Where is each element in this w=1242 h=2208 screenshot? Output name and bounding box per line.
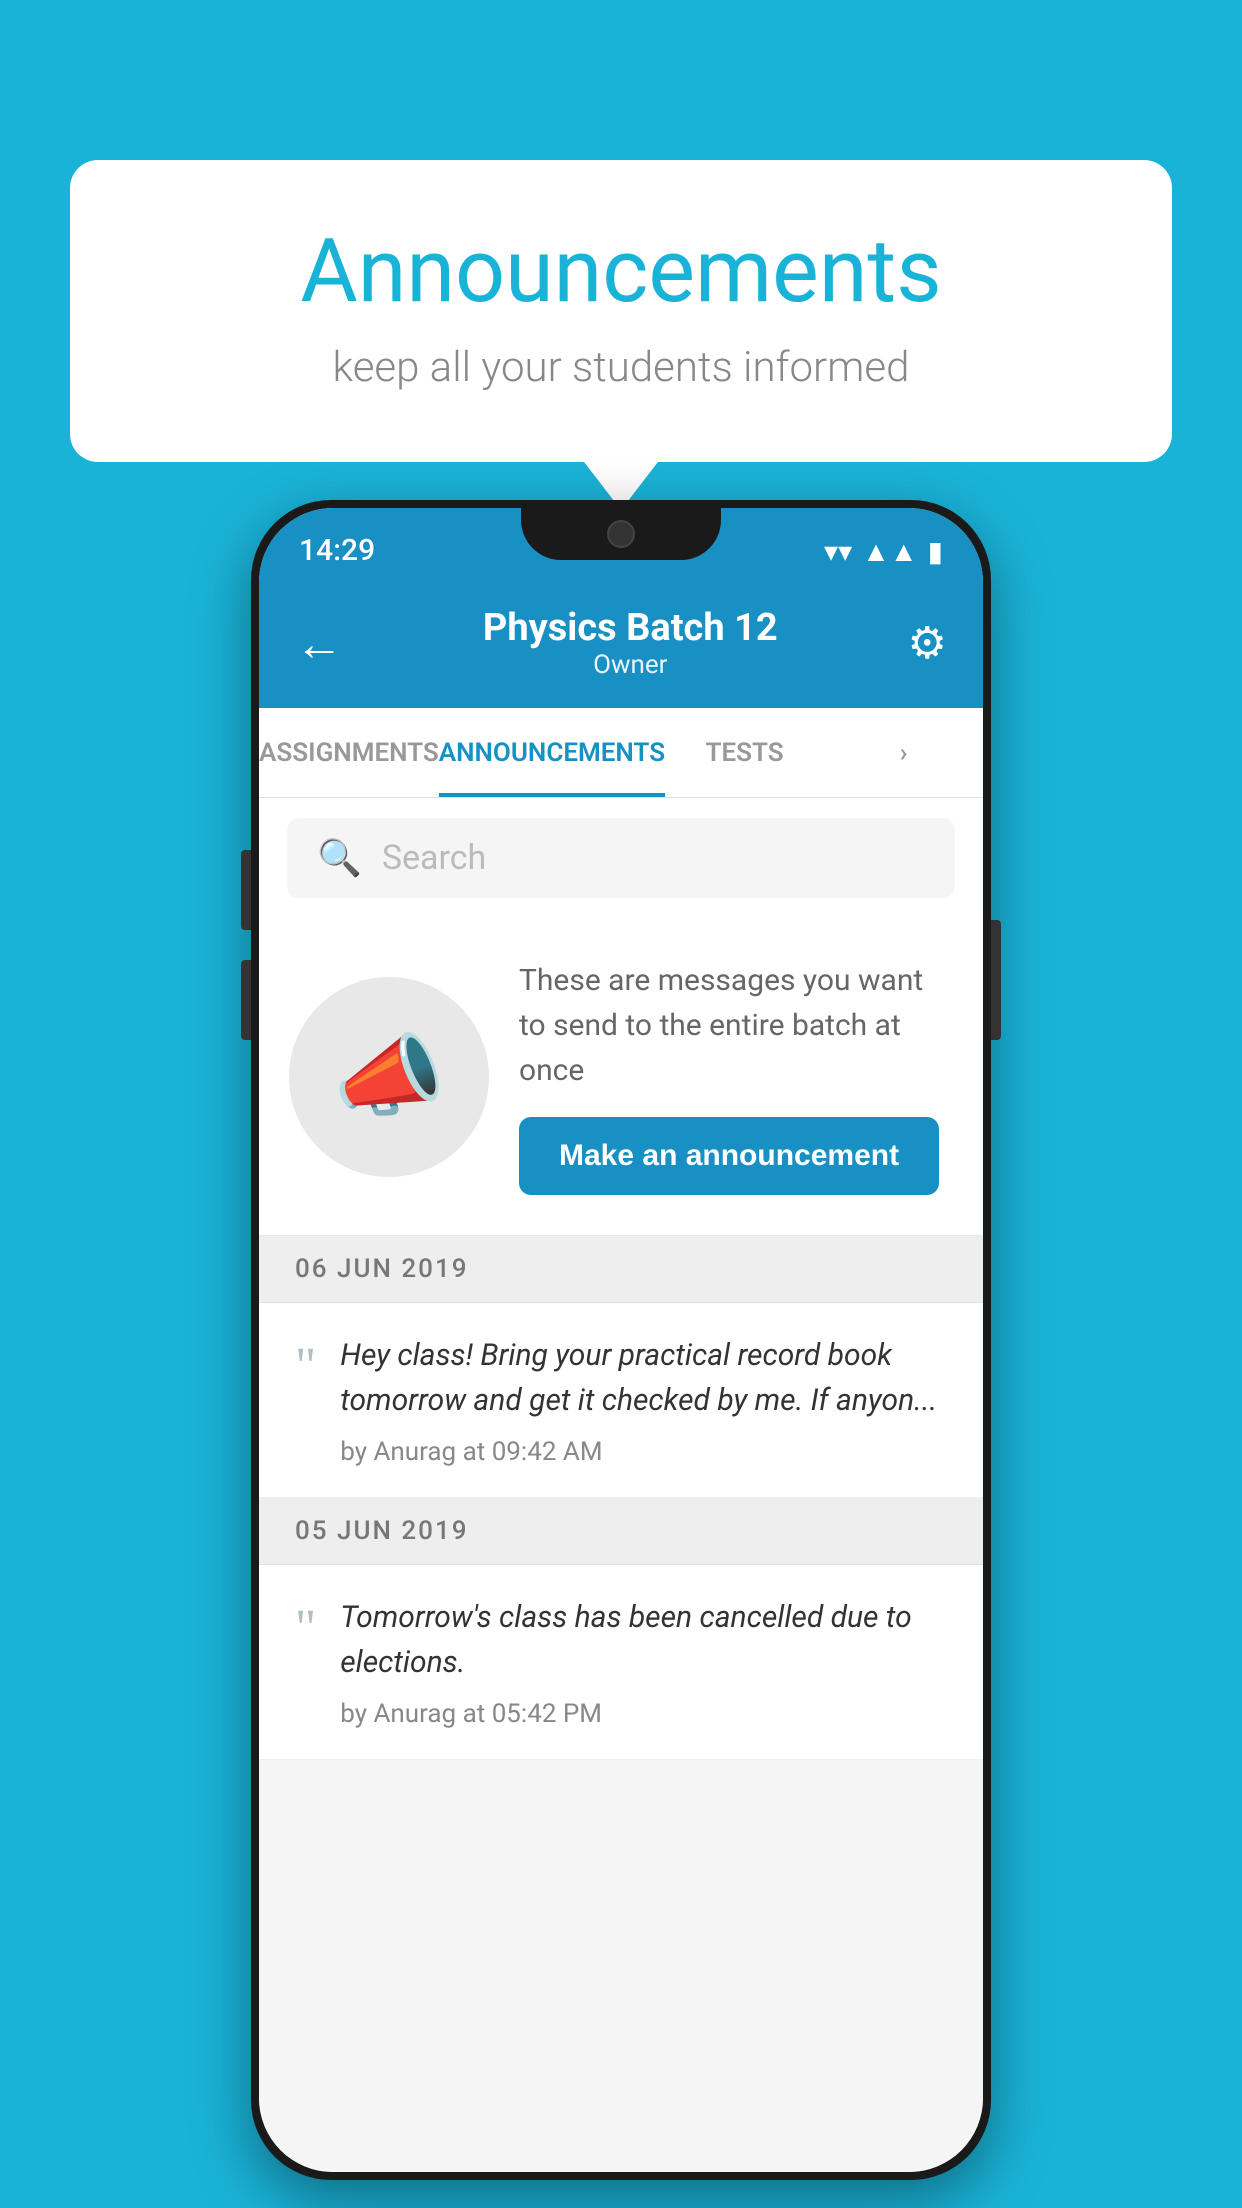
batch-name: Physics Batch 12 <box>353 606 908 650</box>
speech-bubble-title: Announcements <box>150 220 1092 323</box>
volume-up-button <box>241 850 251 930</box>
megaphone-icon: 📣 <box>333 1024 445 1129</box>
speech-bubble-container: Announcements keep all your students inf… <box>70 160 1172 462</box>
tab-announcements[interactable]: ANNOUNCEMENTS <box>439 708 665 797</box>
promo-content: These are messages you want to send to t… <box>519 958 953 1195</box>
phone-container: 14:29 ▾▾ ▲▲ ▮ ← Physics Batch 12 Owner ⚙ <box>251 500 991 2180</box>
header-title-area: Physics Batch 12 Owner <box>353 606 908 680</box>
tab-assignments[interactable]: ASSIGNMENTS <box>259 708 439 797</box>
app-header: ← Physics Batch 12 Owner ⚙ <box>259 578 983 708</box>
announcement-item-1[interactable]: " Tomorrow's class has been cancelled du… <box>259 1565 983 1760</box>
announcement-item-0[interactable]: " Hey class! Bring your practical record… <box>259 1303 983 1498</box>
phone-outer: 14:29 ▾▾ ▲▲ ▮ ← Physics Batch 12 Owner ⚙ <box>251 500 991 2180</box>
search-placeholder: Search <box>382 838 486 878</box>
speech-bubble: Announcements keep all your students inf… <box>70 160 1172 462</box>
announcement-meta-0: by Anurag at 09:42 AM <box>340 1437 947 1467</box>
status-icons: ▾▾ ▲▲ ▮ <box>824 535 943 568</box>
battery-icon: ▮ <box>928 535 943 568</box>
status-time: 14:29 <box>299 533 375 568</box>
promo-icon-circle: 📣 <box>289 977 489 1177</box>
volume-down-button <box>241 960 251 1040</box>
search-bar[interactable]: 🔍 Search <box>287 818 955 898</box>
quote-icon-1: " <box>295 1603 316 1655</box>
phone-screen: 14:29 ▾▾ ▲▲ ▮ ← Physics Batch 12 Owner ⚙ <box>259 508 983 2172</box>
phone-notch <box>521 508 721 560</box>
phone-camera <box>607 520 635 548</box>
settings-button[interactable]: ⚙ <box>908 617 947 669</box>
make-announcement-button[interactable]: Make an announcement <box>519 1117 939 1195</box>
wifi-icon: ▾▾ <box>824 535 852 568</box>
speech-bubble-subtitle: keep all your students informed <box>150 343 1092 392</box>
header-role: Owner <box>353 650 908 680</box>
search-container: 🔍 Search <box>259 798 983 918</box>
tab-more[interactable]: › <box>824 708 983 797</box>
tab-bar: ASSIGNMENTS ANNOUNCEMENTS TESTS › <box>259 708 983 798</box>
announcement-text-1: Tomorrow's class has been cancelled due … <box>340 1595 947 1685</box>
power-button <box>991 920 1001 1040</box>
announcement-meta-1: by Anurag at 05:42 PM <box>340 1699 947 1729</box>
announcement-text-0: Hey class! Bring your practical record b… <box>340 1333 947 1423</box>
promo-description: These are messages you want to send to t… <box>519 958 953 1093</box>
announcement-content-0: Hey class! Bring your practical record b… <box>340 1333 947 1467</box>
date-divider-1: 05 JUN 2019 <box>259 1498 983 1565</box>
signal-icon: ▲▲ <box>862 535 917 568</box>
announcement-content-1: Tomorrow's class has been cancelled due … <box>340 1595 947 1729</box>
quote-icon-0: " <box>295 1341 316 1393</box>
back-button[interactable]: ← <box>295 615 343 672</box>
tab-tests[interactable]: TESTS <box>665 708 824 797</box>
date-divider-0: 06 JUN 2019 <box>259 1236 983 1303</box>
announcement-promo: 📣 These are messages you want to send to… <box>259 918 983 1236</box>
phone-content: 🔍 Search 📣 These are messages you want t… <box>259 798 983 2172</box>
search-icon: 🔍 <box>317 837 362 879</box>
